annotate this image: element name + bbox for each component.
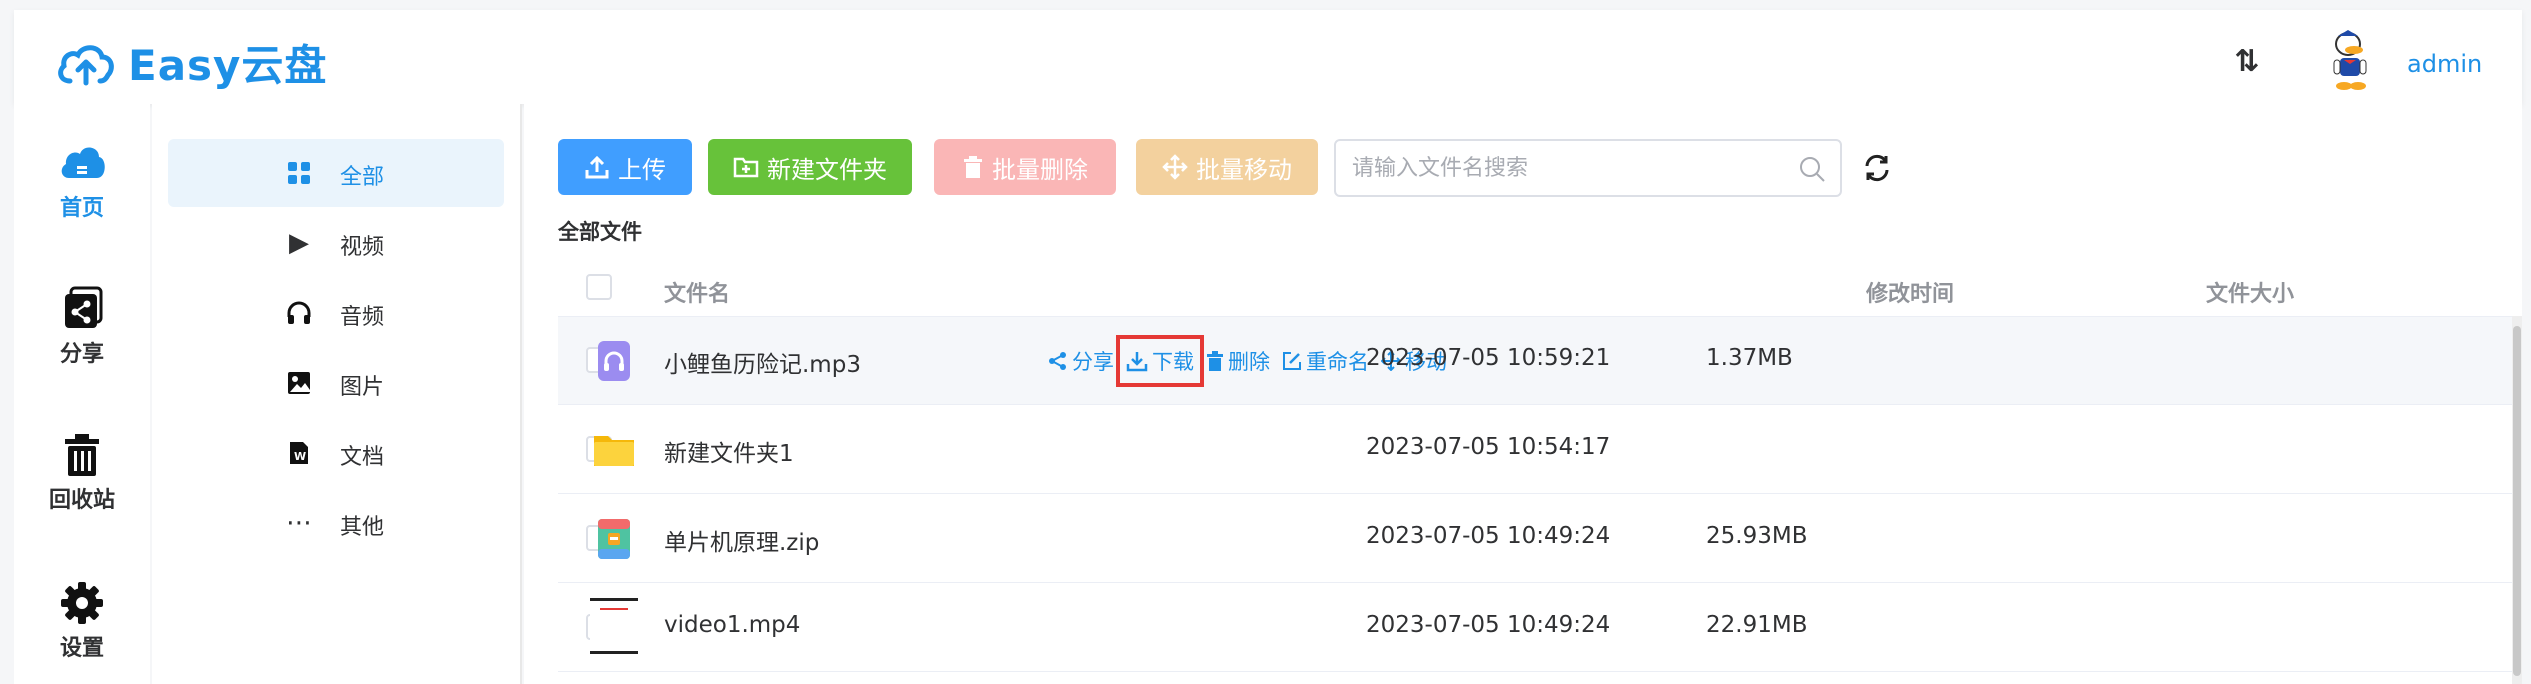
column-header-time: 修改时间 [1866,282,1955,307]
nav-recycle[interactable]: 回收站 [14,430,150,514]
table-row[interactable]: 单片机原理.zip 2023-07-05 10:49:24 25.93MB [558,495,2522,583]
file-name[interactable]: 新建文件夹1 [664,434,794,468]
download-label: 下载 [1152,350,1194,374]
play-icon: ▶ [289,228,309,258]
file-modified-time: 2023-07-05 10:49:24 [1366,523,1611,549]
category-document[interactable]: W 文档 [168,419,504,487]
select-all-checkbox[interactable] [586,274,612,300]
delete-icon [1207,351,1223,371]
download-icon [1126,352,1148,372]
refresh-icon[interactable] [1861,152,1893,184]
sort-arrows-icon[interactable]: ⇅ [2229,44,2265,80]
search-input[interactable] [1352,153,1792,183]
rename-label: 重命名 [1306,350,1369,374]
left-nav: 首页 分享 回收站 设置 [14,104,150,684]
table-row[interactable]: 小鲤鱼历险记.mp3 分享 下载 删除 重命名 移动 2023-07-05 10… [558,317,2522,405]
category-all[interactable]: 全部 [168,139,504,207]
headphones-icon [284,298,314,328]
upload-icon [585,155,609,179]
file-size: 22.91MB [1706,612,1808,638]
file-size: 1.37MB [1706,345,1793,371]
gear-icon [61,582,103,624]
category-label: 音频 [340,305,385,330]
upload-label: 上传 [618,155,666,184]
main-content: 上传 新建文件夹 批量删除 批量移动 全部文件 文件名 修改时间 文件大小 小鲤… [524,104,2522,684]
avatar[interactable] [2314,24,2386,96]
file-modified-time: 2023-07-05 10:49:24 [1366,612,1611,638]
upload-button[interactable]: 上传 [558,139,692,195]
share-label: 分享 [1072,350,1114,374]
scrollbar[interactable] [2512,316,2522,684]
nav-share[interactable]: 分享 [14,284,150,368]
batch-move-button[interactable]: 批量移动 [1136,139,1318,195]
new-folder-button[interactable]: 新建文件夹 [708,139,912,195]
category-label: 图片 [340,375,385,400]
table-row[interactable]: video1.mp4 2023-07-05 10:49:24 22.91MB [558,584,2522,672]
move-icon [1162,154,1188,180]
category-other[interactable]: ⋯ 其他 [168,489,504,557]
category-label: 其他 [340,515,385,540]
nav-settings[interactable]: 设置 [14,578,150,662]
nav-share-label: 分享 [59,342,104,367]
file-size: 25.93MB [1706,523,1808,549]
search-icon[interactable] [1798,155,1826,183]
share-action[interactable]: 分享 [1048,345,1114,377]
category-label: 视频 [340,235,385,260]
folder-add-icon [733,157,759,178]
doc-icon: W [284,438,314,468]
file-modified-time: 2023-07-05 10:54:17 [1366,434,1611,460]
category-image[interactable]: 图片 [168,349,504,417]
share-icon [1049,352,1066,370]
table-row[interactable]: 新建文件夹1 2023-07-05 10:54:17 [558,406,2522,494]
nav-recycle-label: 回收站 [48,488,115,513]
app-logo[interactable]: Easy云盘 [54,32,327,93]
svg-text:W: W [294,450,306,463]
delete-icon [964,156,982,178]
delete-action[interactable]: 删除 [1206,345,1270,377]
category-label: 文档 [340,445,385,470]
folder-icon [594,436,634,466]
video-thumbnail-icon [590,598,638,654]
file-modified-time: 2023-07-05 10:59:21 [1366,345,1611,371]
grid-icon [284,158,314,188]
image-icon [284,368,314,398]
cloud-home-icon [61,147,105,178]
category-audio[interactable]: 音频 [168,279,504,347]
user-name[interactable]: admin [2407,50,2482,78]
nav-home-label: 首页 [59,196,104,221]
category-nav: 全部 ▶ 视频 音频 图片 W 文档 ⋯ 其他 [152,104,522,684]
file-name[interactable]: 小鲤鱼历险记.mp3 [664,345,861,379]
zip-file-icon [598,519,630,559]
search-box [1334,139,1842,197]
download-action[interactable]: 下载 [1116,335,1204,387]
scrollbar-thumb[interactable] [2513,326,2521,676]
file-name[interactable]: 单片机原理.zip [664,523,819,557]
category-label: 全部 [340,165,385,190]
trash-icon [65,434,99,476]
category-video[interactable]: ▶ 视频 [168,209,504,277]
column-header-size: 文件大小 [2206,282,2295,307]
cloud-upload-icon [58,44,114,85]
app-title: Easy云盘 [128,41,328,90]
column-header-name: 文件名 [664,282,731,307]
batch-delete-label: 批量删除 [992,155,1088,184]
batch-delete-button[interactable]: 批量删除 [934,139,1116,195]
more-icon: ⋯ [286,508,312,538]
delete-label: 删除 [1228,350,1270,374]
nav-home[interactable]: 首页 [14,138,150,222]
new-folder-label: 新建文件夹 [767,155,887,184]
edit-icon [1283,352,1301,370]
audio-file-icon [598,341,630,381]
file-name[interactable]: video1.mp4 [664,612,800,638]
breadcrumb: 全部文件 [558,220,642,244]
top-header: Easy云盘 ⇅ admin [14,10,2522,104]
nav-settings-label: 设置 [59,636,104,661]
batch-move-label: 批量移动 [1196,155,1292,184]
share-icon [65,286,103,328]
rename-action[interactable]: 重命名 [1282,345,1369,377]
